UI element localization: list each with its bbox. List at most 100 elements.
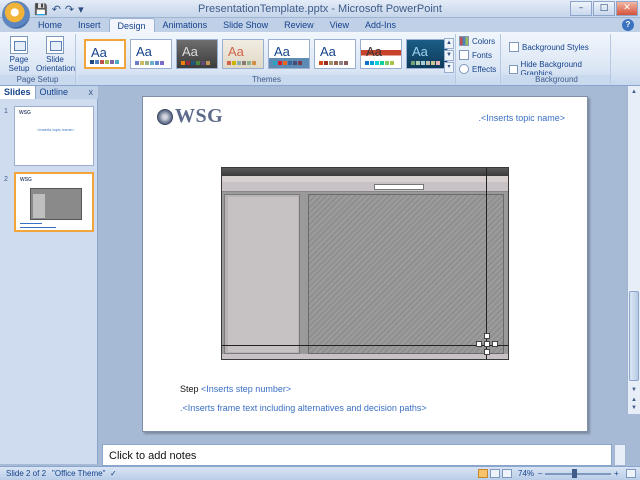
tab-add-ins[interactable]: Add-Ins bbox=[357, 18, 404, 32]
slide-number: 2 bbox=[4, 176, 8, 183]
screenshot-canvas bbox=[308, 194, 504, 354]
effects-label: Effects bbox=[472, 64, 497, 74]
screenshot-statusbar bbox=[222, 354, 508, 359]
scroll-thumb[interactable] bbox=[629, 291, 639, 381]
logo-text: WSG bbox=[175, 105, 224, 127]
slide-orientation-icon bbox=[46, 36, 64, 54]
screenshot-dropdown bbox=[374, 184, 424, 190]
normal-view-icon[interactable] bbox=[478, 469, 488, 478]
tab-view[interactable]: View bbox=[322, 18, 357, 32]
theme-swatches bbox=[135, 61, 164, 65]
zoom-level[interactable]: 74% bbox=[518, 469, 534, 478]
theme-civic[interactable]: Aa bbox=[222, 39, 264, 69]
embedded-screenshot[interactable] bbox=[221, 167, 509, 360]
spell-check-icon[interactable]: ✓ bbox=[110, 469, 117, 478]
theme-equity[interactable]: Aa bbox=[314, 39, 356, 69]
theme-swatches bbox=[181, 61, 210, 65]
tab-slide-show[interactable]: Slide Show bbox=[215, 18, 276, 32]
page-setup-icon bbox=[10, 36, 28, 54]
page-setup-group: Page Setup Slide Orientation Page Setup bbox=[0, 34, 76, 84]
theme-label: Aa bbox=[136, 44, 152, 59]
globe-icon bbox=[157, 108, 173, 125]
wsg-logo: WSG bbox=[157, 105, 223, 128]
tab-slides[interactable]: Slides bbox=[0, 86, 36, 99]
background-styles-icon bbox=[509, 42, 519, 52]
tab-outline[interactable]: Outline bbox=[36, 86, 73, 99]
zoom-out-icon[interactable]: – bbox=[538, 469, 542, 478]
step-line[interactable]: Step <Inserts step number> bbox=[180, 384, 291, 394]
help-icon[interactable]: ? bbox=[622, 19, 634, 31]
fonts-icon bbox=[459, 50, 469, 60]
fit-to-window-icon[interactable] bbox=[626, 469, 636, 478]
close-button[interactable]: ✕ bbox=[616, 1, 638, 16]
theme-aspect[interactable]: Aa bbox=[176, 39, 218, 69]
theme-label: Aa bbox=[182, 44, 198, 59]
theme-apex[interactable]: Aa bbox=[130, 39, 172, 69]
scroll-up-icon[interactable]: ▲ bbox=[629, 88, 639, 97]
background-styles-button[interactable]: Background Styles bbox=[509, 42, 589, 52]
colors-button[interactable]: Colors bbox=[459, 36, 495, 46]
themes-more-icon[interactable]: ▾ bbox=[444, 62, 454, 73]
theme-office[interactable]: Aa bbox=[84, 39, 126, 69]
next-slide-icon[interactable]: ▼ bbox=[629, 404, 639, 413]
themes-scroll-up-icon[interactable]: ▲ bbox=[444, 38, 454, 49]
slide-thumbnail-1[interactable]: WSG <Inserts topic name> bbox=[14, 106, 94, 166]
step-label: Step bbox=[180, 384, 199, 394]
notes-scrollbar[interactable] bbox=[614, 444, 626, 466]
themes-scroll-down-icon[interactable]: ▼ bbox=[444, 50, 454, 61]
theme-label: Aa bbox=[366, 44, 382, 59]
vertical-scrollbar[interactable]: ▲ ▼ ▲ ▼ bbox=[627, 86, 640, 414]
title-bar: 💾 ↶ ↷ ▾ PresentationTemplate.pptx - Micr… bbox=[0, 0, 640, 29]
scroll-down-icon[interactable]: ▼ bbox=[629, 386, 639, 395]
background-group-label: Background bbox=[503, 75, 610, 84]
zoom-slider[interactable] bbox=[545, 473, 611, 475]
fonts-button[interactable]: Fonts bbox=[459, 50, 492, 60]
zoom-in-icon[interactable]: + bbox=[614, 469, 619, 478]
thumb-topic: <Inserts topic name> bbox=[37, 127, 75, 132]
theme-label: Aa bbox=[274, 44, 290, 59]
theme-label: Aa bbox=[91, 45, 107, 60]
office-button-icon[interactable] bbox=[2, 1, 30, 29]
theme-label: Aa bbox=[412, 44, 428, 59]
slide-show-view-icon[interactable] bbox=[502, 469, 512, 478]
slide-sorter-view-icon[interactable] bbox=[490, 469, 500, 478]
theme-options-group: Colors Fonts Effects bbox=[457, 34, 501, 84]
notes-pane[interactable]: Click to add notes bbox=[102, 444, 612, 466]
move-handle-icon[interactable] bbox=[476, 333, 498, 355]
tab-design[interactable]: Design bbox=[108, 18, 155, 32]
minimize-button[interactable]: – bbox=[570, 1, 592, 16]
page-setup-label: Page Setup bbox=[8, 55, 30, 73]
zoom-slider-knob[interactable] bbox=[572, 469, 577, 478]
maximize-button[interactable]: □ bbox=[593, 1, 615, 16]
theme-concourse[interactable]: Aa bbox=[268, 39, 310, 69]
slide-editing-area: WSG .<Inserts topic name> Step <Inserts … bbox=[99, 86, 627, 432]
theme-flow[interactable]: Aa bbox=[360, 39, 402, 69]
slide-count: Slide 2 of 2 bbox=[6, 469, 47, 478]
tab-review[interactable]: Review bbox=[276, 18, 322, 32]
tab-insert[interactable]: Insert bbox=[70, 18, 109, 32]
checkbox-icon bbox=[509, 64, 518, 74]
topic-placeholder[interactable]: .<Inserts topic name> bbox=[478, 113, 565, 123]
notes-placeholder: Click to add notes bbox=[109, 450, 197, 462]
close-pane-icon[interactable]: x bbox=[89, 86, 94, 99]
screenshot-left-inner bbox=[228, 197, 298, 352]
tab-home[interactable]: Home bbox=[30, 18, 70, 32]
slide-orientation-button[interactable]: Slide Orientation bbox=[36, 36, 75, 73]
slide-thumbnail-2[interactable]: WSG bbox=[14, 172, 94, 232]
theme-foundry[interactable]: Aa bbox=[406, 39, 448, 69]
theme-swatches bbox=[273, 61, 302, 65]
window-controls: – □ ✕ bbox=[570, 1, 638, 16]
frame-text-placeholder[interactable]: .<Inserts frame text including alternati… bbox=[180, 403, 427, 413]
slide-canvas[interactable]: WSG .<Inserts topic name> Step <Inserts … bbox=[142, 96, 588, 432]
page-setup-button[interactable]: Page Setup bbox=[2, 36, 36, 73]
tab-animations[interactable]: Animations bbox=[155, 18, 216, 32]
theme-swatches bbox=[227, 61, 256, 65]
colors-label: Colors bbox=[472, 36, 496, 46]
effects-button[interactable]: Effects bbox=[459, 64, 496, 74]
themes-gallery-scroll: ▲ ▼ ▾ bbox=[444, 38, 454, 73]
theme-name[interactable]: "Office Theme" bbox=[52, 469, 105, 478]
thumb-frame-line bbox=[20, 227, 56, 228]
pane-tabs: Slides Outline bbox=[0, 86, 98, 99]
screenshot-toolbar bbox=[222, 182, 508, 192]
thumb-logo: WSG bbox=[19, 110, 31, 116]
